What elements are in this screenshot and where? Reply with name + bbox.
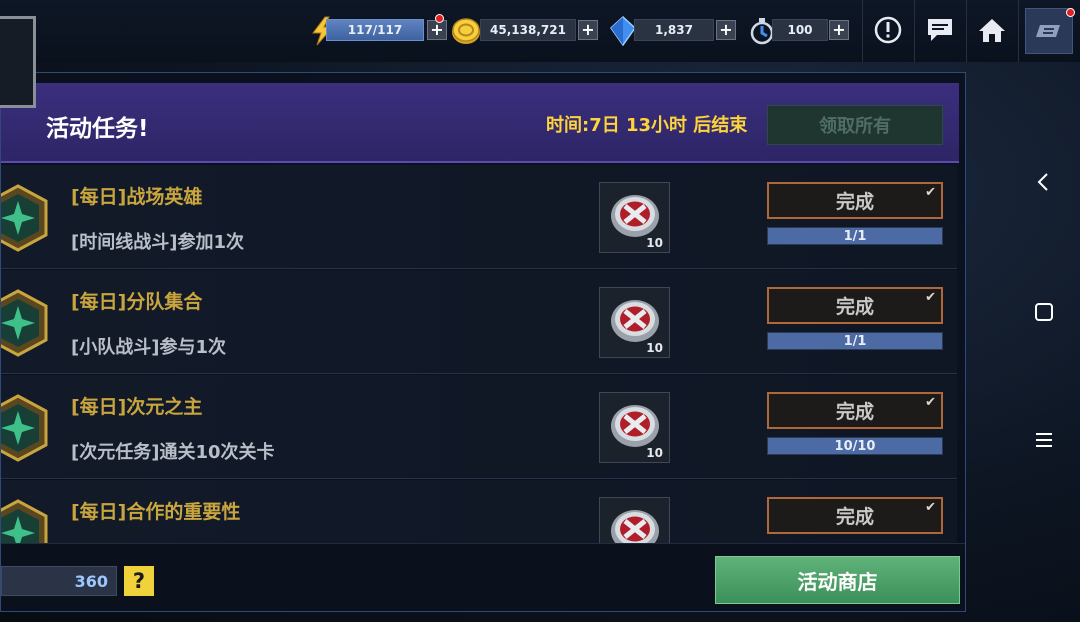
complete-button[interactable]: 完成 ✔ <box>767 392 943 429</box>
medal-icon <box>1 183 53 253</box>
complete-label: 完成 <box>835 401 874 423</box>
task-row: [每日]合作的重要性 完成 ✔ <box>1 480 957 543</box>
square-icon <box>1035 303 1053 321</box>
medal-icon <box>1 288 53 358</box>
home-icon <box>979 19 1005 42</box>
event-points: 360 <box>1 566 117 596</box>
task-row: [每日]战场英雄 [时间线战斗]参加1次 10 完成 ✔ 1/1 <box>1 165 957 269</box>
notification-dot <box>1066 8 1075 17</box>
time-remaining: 时间:7日 13小时 后结束 <box>546 115 748 136</box>
panel-header: 活动任务! 时间:7日 13小时 后结束 领取所有 <box>1 83 959 163</box>
token-plus-button[interactable]: + <box>829 20 849 40</box>
task-description: [时间线战斗]参加1次 <box>71 232 244 253</box>
progress-text: 1/1 <box>843 228 867 244</box>
checkmark-icon: ✔ <box>925 500 936 515</box>
divider <box>862 0 863 62</box>
menu-button[interactable] <box>1025 8 1075 54</box>
divider <box>1018 0 1019 62</box>
x-badge-icon <box>611 510 659 543</box>
help-button[interactable]: ? <box>124 566 154 596</box>
chevron-left-icon <box>1037 173 1048 191</box>
home-nav-button[interactable] <box>1026 294 1062 330</box>
event-missions-panel: 活动任务! 时间:7日 13小时 后结束 领取所有 [每日]战场英雄 [时间线战… <box>0 72 966 612</box>
complete-button[interactable]: 完成 ✔ <box>767 287 943 324</box>
token-resource: 100 + <box>748 16 852 45</box>
medal-icon <box>1 393 53 463</box>
alert-button[interactable] <box>870 12 906 48</box>
token-value: 100 <box>772 19 828 41</box>
alert-icon <box>874 16 902 44</box>
complete-button[interactable]: 完成 ✔ <box>767 497 943 534</box>
complete-label: 完成 <box>835 191 874 213</box>
complete-label: 完成 <box>835 296 874 318</box>
top-resource-bar: 117/117 + 45,138,721 + 1,837 + 100 + <box>0 0 1080 62</box>
complete-button[interactable]: 完成 ✔ <box>767 182 943 219</box>
crystal-value: 1,837 <box>634 19 714 41</box>
side-frame <box>0 16 36 108</box>
menu-icon <box>1036 25 1060 37</box>
reward-item[interactable]: 10 <box>599 392 670 463</box>
checkmark-icon: ✔ <box>925 290 936 305</box>
energy-plus-button[interactable]: + <box>427 20 447 40</box>
complete-label: 完成 <box>835 506 874 528</box>
task-description: [小队战斗]参与1次 <box>71 337 226 358</box>
task-list[interactable]: [每日]战场英雄 [时间线战斗]参加1次 10 完成 ✔ 1/1 [每日]分队集… <box>1 165 957 543</box>
crystal-resource: 1,837 + <box>608 15 738 47</box>
page-title: 活动任务! <box>46 116 149 142</box>
task-row: [每日]分队集合 [小队战斗]参与1次 10 完成 ✔ 1/1 <box>1 270 957 374</box>
crystal-plus-button[interactable]: + <box>716 20 736 40</box>
checkmark-icon: ✔ <box>925 395 936 410</box>
progress-text: 10/10 <box>834 438 876 454</box>
task-row: [每日]次元之主 [次元任务]通关10次关卡 10 完成 ✔ 10/10 <box>1 375 957 479</box>
task-title: [每日]战场英雄 <box>71 186 203 208</box>
task-title: [每日]合作的重要性 <box>71 501 241 523</box>
panel-footer: 360 ? 活动商店 <box>1 543 965 611</box>
gold-plus-button[interactable]: + <box>578 20 598 40</box>
divider <box>966 0 967 62</box>
reward-count: 10 <box>646 236 663 250</box>
gold-coin-icon <box>450 15 480 45</box>
event-shop-button[interactable]: 活动商店 <box>715 556 960 604</box>
notification-dot <box>435 14 444 23</box>
reward-count: 10 <box>646 341 663 355</box>
gold-value: 45,138,721 <box>480 19 576 41</box>
reward-count: 10 <box>646 446 663 460</box>
progress-text: 1/1 <box>843 333 867 349</box>
task-progress-bar: 10/10 <box>767 437 943 455</box>
divider <box>914 0 915 62</box>
reward-item[interactable] <box>599 497 670 543</box>
reward-item[interactable]: 10 <box>599 287 670 358</box>
task-progress-bar: 1/1 <box>767 227 943 245</box>
chat-button[interactable] <box>922 12 958 48</box>
task-description: [次元任务]通关10次关卡 <box>71 442 275 463</box>
reward-item[interactable]: 10 <box>599 182 670 253</box>
task-title: [每日]分队集合 <box>71 291 203 313</box>
gold-resource: 45,138,721 + <box>450 16 600 44</box>
home-button[interactable] <box>974 12 1010 48</box>
claim-all-button[interactable]: 领取所有 <box>767 105 943 145</box>
medal-icon <box>1 498 53 543</box>
chat-icon <box>928 19 952 41</box>
energy-value: 117/117 <box>326 19 424 41</box>
task-progress-bar: 1/1 <box>767 332 943 350</box>
recents-nav-button[interactable] <box>1026 422 1062 458</box>
energy-resource: 117/117 + <box>308 14 448 46</box>
checkmark-icon: ✔ <box>925 185 936 200</box>
back-nav-button[interactable] <box>1026 164 1062 200</box>
task-title: [每日]次元之主 <box>71 396 203 418</box>
hamburger-icon <box>1036 433 1052 447</box>
